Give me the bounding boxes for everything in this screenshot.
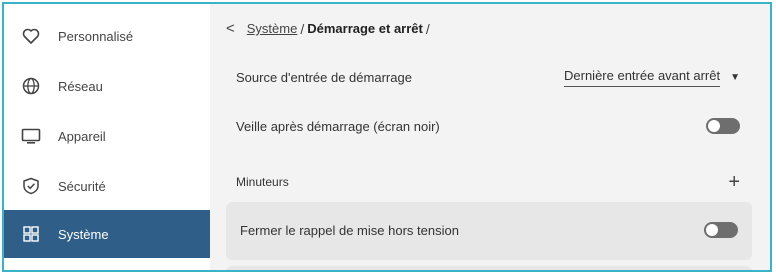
back-button[interactable]: < <box>226 20 235 37</box>
boot-source-label: Source d'entrée de démarrage <box>236 70 412 85</box>
heart-icon <box>20 25 42 47</box>
sidebar-item-label: Sécurité <box>58 178 106 194</box>
toggle-knob <box>708 120 720 132</box>
breadcrumb: < Système / Démarrage et arrêt / <box>226 20 433 37</box>
sidebar-item-reseau[interactable]: Réseau <box>4 62 210 110</box>
settings-window: Personnalisé Réseau Appareil Sécurité Sy <box>2 2 772 272</box>
sidebar: Personnalisé Réseau Appareil Sécurité Sy <box>4 4 210 270</box>
setting-boot-source: Source d'entrée de démarrage Dernière en… <box>236 68 740 87</box>
globe-icon <box>20 75 42 97</box>
shutdown-reminder-card: Fermer le rappel de mise hors tension <box>226 202 752 260</box>
setting-shutdown-reminder: Fermer le rappel de mise hors tension <box>240 222 738 238</box>
add-timer-button[interactable]: + <box>728 172 740 192</box>
shutdown-reminder-toggle[interactable] <box>704 222 738 238</box>
setting-standby: Veille après démarrage (écran noir) <box>236 118 740 134</box>
timers-label: Minuteurs <box>236 175 289 189</box>
sidebar-item-appareil[interactable]: Appareil <box>4 112 210 160</box>
caret-down-icon: ▼ <box>730 72 740 83</box>
breadcrumb-separator: / <box>300 20 305 37</box>
sidebar-item-label: Appareil <box>58 128 106 144</box>
sidebar-item-securite[interactable]: Sécurité <box>4 162 210 210</box>
shield-check-icon <box>20 175 42 197</box>
toggle-knob <box>706 224 718 236</box>
breadcrumb-trailing-separator: / <box>425 20 430 37</box>
grid-icon <box>20 223 42 245</box>
next-setting-card <box>226 266 752 270</box>
main-content: < Système / Démarrage et arrêt / Source … <box>210 4 770 270</box>
sidebar-item-personnalise[interactable]: Personnalisé <box>4 12 210 60</box>
sidebar-item-systeme[interactable]: Système <box>4 210 210 258</box>
boot-source-select[interactable]: Dernière entrée avant arrêt ▼ <box>564 68 740 87</box>
monitor-icon <box>20 125 42 147</box>
boot-source-value: Dernière entrée avant arrêt <box>564 68 721 87</box>
breadcrumb-current: Démarrage et arrêt <box>307 21 423 36</box>
sidebar-item-label: Personnalisé <box>58 28 134 44</box>
breadcrumb-parent-link[interactable]: Système <box>247 21 298 36</box>
standby-label: Veille après démarrage (écran noir) <box>236 118 440 134</box>
sidebar-item-label: Système <box>58 226 109 242</box>
setting-timers: Minuteurs + <box>236 172 740 192</box>
shutdown-reminder-label: Fermer le rappel de mise hors tension <box>240 222 459 238</box>
standby-toggle[interactable] <box>706 118 740 134</box>
sidebar-item-label: Réseau <box>58 78 103 94</box>
